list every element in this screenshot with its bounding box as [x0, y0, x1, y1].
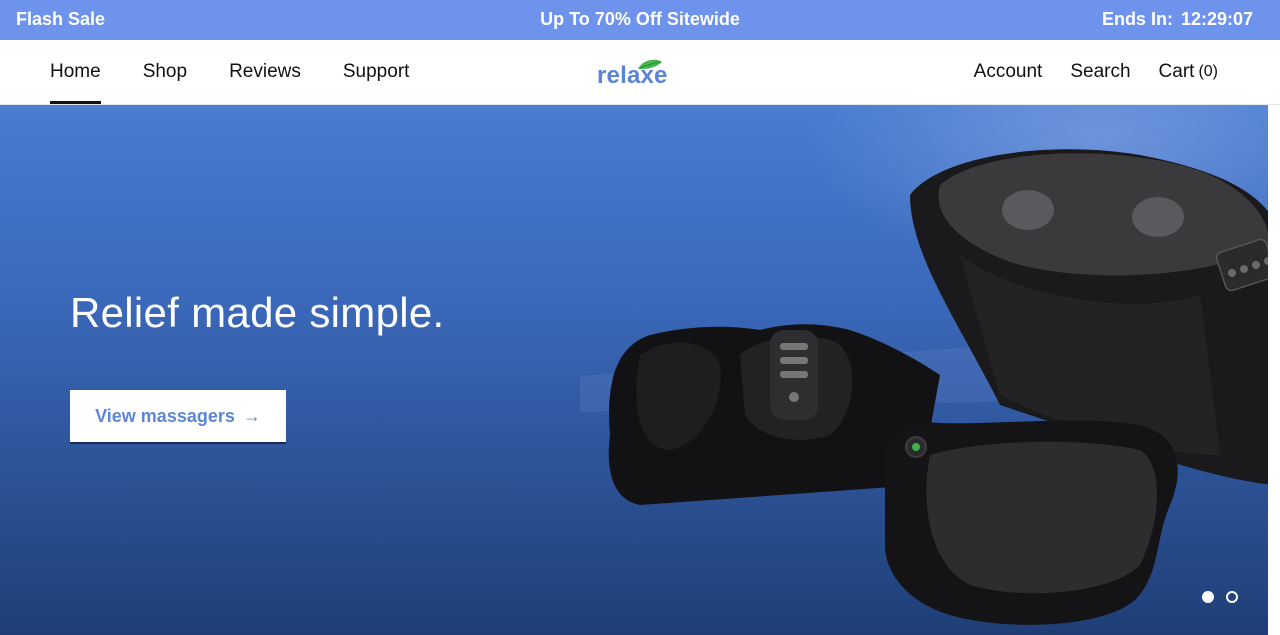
announcement-bar: Flash Sale Up To 70% Off Sitewide Ends I… [0, 0, 1280, 40]
view-massagers-label: View massagers [95, 405, 235, 426]
slider-dots [1190, 591, 1238, 603]
site-logo[interactable]: relaxe [597, 58, 677, 90]
hero-banner: Relief made simple. View massagers → [0, 105, 1268, 635]
nav-reviews[interactable]: Reviews [229, 40, 301, 104]
cart-count: (0) [1198, 63, 1218, 80]
countdown-label: Ends In: [1101, 9, 1173, 29]
hero-product-image [580, 149, 1268, 625]
utility-nav: Account Search Cart (0) [946, 40, 1218, 104]
search-link[interactable]: Search [1070, 40, 1130, 104]
countdown-timer: 12:29:07 [1180, 9, 1253, 29]
hero-title: Relief made simple. [70, 289, 445, 336]
site-header: Home Shop Reviews Support relaxe Account… [0, 40, 1280, 105]
nav-support[interactable]: Support [343, 40, 410, 104]
cart-label: Cart [1158, 61, 1195, 82]
promo-center: Up To 70% Off Sitewide [0, 9, 1280, 30]
countdown: Ends In: 12:29:07 [1102, 9, 1253, 30]
pillow-massager-shape [885, 420, 1178, 625]
primary-nav: Home Shop Reviews Support [50, 40, 451, 104]
promo-text[interactable]: Up To 70% Off Sitewide [540, 9, 740, 29]
nav-home[interactable]: Home [50, 40, 101, 104]
cart-link[interactable]: Cart (0) [1159, 40, 1218, 104]
slide-dot-2[interactable] [1226, 591, 1238, 603]
view-massagers-button[interactable]: View massagers → [70, 390, 286, 444]
nav-shop[interactable]: Shop [143, 40, 187, 104]
account-link[interactable]: Account [974, 40, 1043, 104]
slide-dot-1[interactable] [1202, 591, 1214, 603]
logo-wordmark: relaxe [597, 62, 668, 89]
flash-sale-label: Flash Sale [16, 9, 106, 29]
arrow-right-icon: → [242, 405, 261, 426]
